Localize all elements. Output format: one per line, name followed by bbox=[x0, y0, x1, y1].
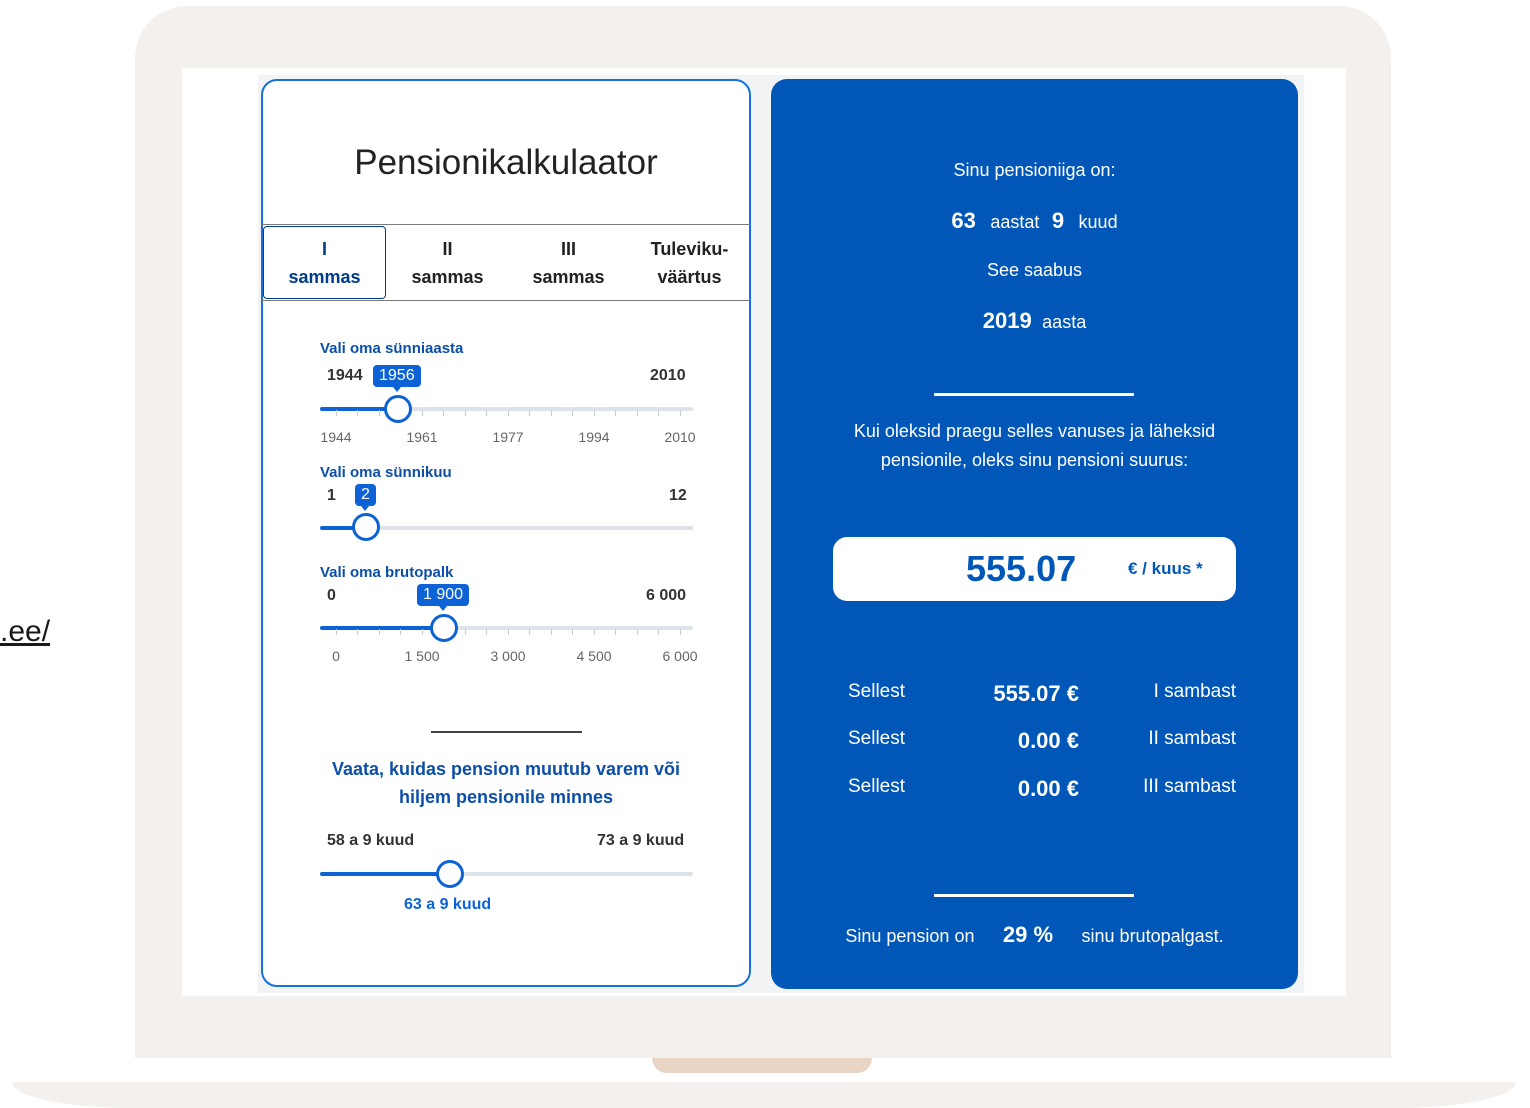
breakdown-prefix: Sellest bbox=[848, 776, 906, 797]
gross-salary-fill bbox=[320, 626, 444, 630]
birth-year-value-badge: 1956 bbox=[373, 365, 421, 392]
retirement-age-fill bbox=[320, 872, 450, 876]
tab-pillar-1[interactable]: I sammas bbox=[263, 226, 386, 299]
year-word: aasta bbox=[1042, 312, 1087, 332]
birth-year-handle[interactable] bbox=[384, 395, 412, 423]
breakdown-amount: 555.07 € bbox=[993, 681, 1079, 706]
gross-salary-value-badge: 1 900 bbox=[417, 584, 470, 611]
age-months: 9 bbox=[1051, 208, 1065, 233]
birth-month-handle[interactable] bbox=[352, 513, 380, 541]
gross-salary-tick-label: 1 500 bbox=[404, 648, 440, 664]
arrives-label: See saabus bbox=[986, 260, 1083, 280]
retirement-age-readout: 63 aastat 9 kuud bbox=[771, 208, 1298, 234]
tab-pillar-3-line2: sammas bbox=[532, 266, 605, 287]
tab-pillar-2-line1: II bbox=[442, 238, 453, 259]
tab-pillar-3[interactable]: III sammas bbox=[508, 225, 629, 300]
birth-year-max: 2010 bbox=[650, 367, 686, 384]
tab-future-value-line2: väärtus bbox=[657, 266, 722, 287]
gross-salary-max: 6 000 bbox=[646, 587, 687, 604]
retirement-year: 2019 bbox=[982, 308, 1032, 333]
breakdown-amount: 0.00 € bbox=[1017, 728, 1079, 753]
tab-pillar-2-line2: sammas bbox=[411, 266, 484, 287]
ratio-prefix: Sinu pension on bbox=[845, 926, 975, 946]
birth-month-value-badge: 2 bbox=[355, 484, 376, 511]
gross-salary-tick-label: 4 500 bbox=[576, 648, 612, 664]
pillar-tabs: I sammas II sammas III sammas Tuleviku- … bbox=[262, 224, 750, 301]
breakdown-source: II sambast bbox=[1148, 728, 1236, 749]
tab-future-value[interactable]: Tuleviku- väärtus bbox=[629, 225, 750, 300]
tab-pillar-2[interactable]: II sammas bbox=[387, 225, 508, 300]
salary-ratio-readout: Sinu pension on 29 % sinu brutopalgast. bbox=[771, 922, 1298, 948]
birth-month-max: 12 bbox=[669, 487, 687, 504]
laptop-base bbox=[12, 1082, 1516, 1108]
breakdown-prefix: Sellest bbox=[848, 681, 906, 702]
tab-future-value-line1: Tuleviku- bbox=[650, 238, 729, 259]
pension-amount: 555.07 bbox=[966, 548, 1077, 589]
section-divider bbox=[431, 731, 582, 733]
age-label: Sinu pensioniiga on: bbox=[953, 160, 1116, 180]
tab-pillar-3-line1: III bbox=[560, 238, 576, 259]
birth-month-label: Vali oma sünnikuu bbox=[320, 464, 452, 481]
breakdown-amount: 0.00 € bbox=[1017, 776, 1079, 801]
birth-year-min: 1944 bbox=[327, 367, 363, 384]
retirement-age-max: 73 a 9 kuud bbox=[597, 832, 685, 849]
retirement-age-handle[interactable] bbox=[436, 860, 464, 888]
birth-year-tick-label: 1977 bbox=[492, 429, 524, 445]
gross-salary-min: 0 bbox=[327, 587, 336, 604]
tab-pillar-1-line2: sammas bbox=[288, 266, 361, 287]
breakdown-prefix: Sellest bbox=[848, 728, 906, 749]
birth-year-tick-label: 1994 bbox=[578, 429, 610, 445]
ratio-value: 29 % bbox=[1002, 922, 1054, 947]
age-years: 63 bbox=[951, 208, 976, 233]
retirement-age-value: 63 a 9 kuud bbox=[404, 896, 492, 913]
age-years-word: aastat bbox=[990, 212, 1040, 232]
gross-salary-tick-label: 6 000 bbox=[662, 648, 698, 664]
retirement-age-min: 58 a 9 kuud bbox=[327, 832, 415, 849]
birth-year-tick-label: 1944 bbox=[320, 429, 352, 445]
gross-salary-tick-label: 3 000 bbox=[490, 648, 526, 664]
gross-salary-handle[interactable] bbox=[430, 614, 458, 642]
breakdown-source: III sambast bbox=[1143, 776, 1236, 797]
birth-year-label: Vali oma sünniaasta bbox=[320, 340, 464, 357]
tab-pillar-1-line1: I bbox=[321, 238, 327, 259]
retirement-year-readout: 2019 aasta bbox=[771, 308, 1298, 334]
birth-month-min: 1 bbox=[327, 487, 336, 504]
ratio-suffix: sinu brutopalgast. bbox=[1081, 926, 1224, 946]
birth-year-tick-label: 1961 bbox=[406, 429, 438, 445]
breakdown-source: I sambast bbox=[1153, 681, 1236, 702]
laptop-notch bbox=[652, 1058, 872, 1073]
gross-salary-tick-label: 0 bbox=[332, 648, 340, 664]
gross-salary-label: Vali oma brutopalk bbox=[320, 564, 454, 581]
side-url-link[interactable]: .ee/ bbox=[0, 615, 50, 649]
description-line2: pensionile, oleks sinu pensioni suurus: bbox=[880, 450, 1189, 470]
calculator-card: Pensionikalkulaator bbox=[261, 79, 751, 987]
description-line1: Kui oleksid praegu selles vanuses ja läh… bbox=[853, 421, 1216, 441]
calculator-title: Pensionikalkulaator bbox=[354, 143, 658, 182]
retirement-promo-text: Vaata, kuidas pension muutub varem või h… bbox=[331, 759, 681, 807]
result-divider-top bbox=[934, 393, 1134, 396]
age-months-word: kuud bbox=[1078, 212, 1118, 232]
pension-unit: € / kuus * bbox=[1128, 559, 1203, 578]
birth-year-tick-label: 2010 bbox=[664, 429, 696, 445]
result-divider-bottom bbox=[934, 894, 1134, 897]
